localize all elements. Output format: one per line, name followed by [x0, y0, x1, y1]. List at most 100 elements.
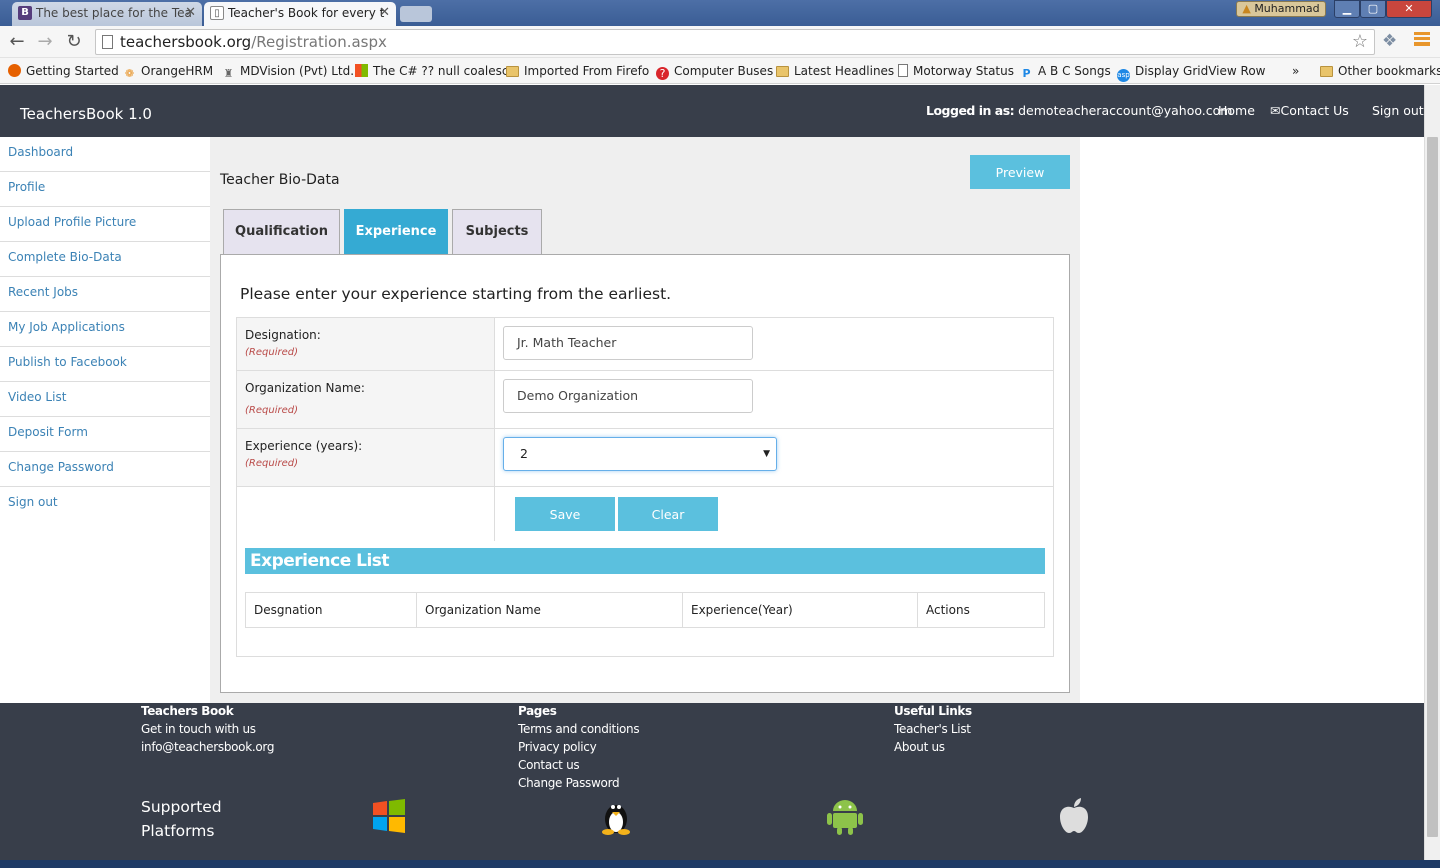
brand-logo[interactable]: TeachersBook 1.0	[20, 105, 152, 123]
experience-list-heading: Experience List	[245, 548, 1045, 574]
footer-heading-useful-links: Useful Links	[894, 704, 972, 718]
intro-text: Please enter your experience starting fr…	[240, 285, 672, 303]
profile-badge[interactable]: ▲ Muhammad	[1236, 1, 1326, 17]
column-organization: Organization Name	[416, 592, 683, 628]
sidebar-item-upload-picture[interactable]: Upload Profile Picture	[0, 207, 210, 242]
clear-button[interactable]: Clear	[618, 497, 718, 531]
required-note: (Required)	[245, 347, 298, 358]
experience-years-row: Experience (years): (Required) 2 ▼	[237, 429, 1053, 487]
page-scrollbar[interactable]	[1424, 85, 1440, 860]
linux-icon	[602, 805, 630, 835]
android-icon	[827, 800, 863, 835]
sidebar-item-sign-out[interactable]: Sign out	[0, 487, 210, 522]
sidebar-item-complete-biodata[interactable]: Complete Bio-Data	[0, 242, 210, 277]
sidebar-item-deposit-form[interactable]: Deposit Form	[0, 417, 210, 452]
save-button[interactable]: Save	[515, 497, 615, 531]
sidebar-item-publish-facebook[interactable]: Publish to Facebook	[0, 347, 210, 382]
designation-label: Designation:	[245, 328, 321, 342]
footer-link-about[interactable]: About us	[894, 740, 945, 754]
designation-label-cell: Designation: (Required)	[237, 318, 495, 370]
selected-value: 2	[520, 446, 528, 461]
page-title: Teacher Bio-Data	[220, 172, 340, 188]
footer-link-contact[interactable]: Contact us	[518, 758, 580, 772]
browser-toolbar: ← → ↻ teachersbook.org/Registration.aspx…	[0, 26, 1440, 58]
sidebar-item-change-password[interactable]: Change Password	[0, 452, 210, 487]
footer-link-terms[interactable]: Terms and conditions	[518, 722, 640, 736]
back-arrow-icon[interactable]: ←	[6, 31, 28, 53]
close-tab-icon[interactable]: ✕	[379, 2, 390, 24]
bookmark-abc-songs[interactable]: PA B C Songs	[1020, 62, 1110, 80]
experience-years-label: Experience (years):	[245, 439, 363, 453]
footer-link-privacy[interactable]: Privacy policy	[518, 740, 597, 754]
p-icon: P	[1022, 67, 1031, 80]
address-bar[interactable]: teachersbook.org/Registration.aspx ☆	[95, 29, 1375, 55]
browser-tab-2[interactable]: ▯ Teacher's Book for every t ✕	[204, 2, 396, 26]
footer-heading-teachers-book: Teachers Book	[141, 704, 234, 718]
minimize-button[interactable]: ▁	[1334, 0, 1360, 18]
new-tab-button[interactable]	[400, 6, 432, 22]
apple-icon	[1060, 798, 1088, 833]
header-sign-out-link[interactable]: Sign out	[1372, 103, 1424, 118]
footer-link-teachers-list[interactable]: Teacher's List	[894, 722, 971, 736]
site-footer: Teachers Book Get in touch with us info@…	[0, 703, 1424, 860]
tab-experience[interactable]: Experience	[344, 209, 448, 255]
close-tab-icon[interactable]: ✕	[185, 2, 196, 24]
experience-label-cell: Experience (years): (Required)	[237, 429, 495, 486]
bookmarks-overflow-button[interactable]: »	[1292, 62, 1299, 80]
scroll-thumb[interactable]	[1427, 137, 1438, 837]
actions-row: Save Clear	[237, 487, 1053, 541]
home-link[interactable]: Home	[1218, 103, 1255, 118]
organization-label-cell: Organization Name: (Required)	[237, 371, 495, 428]
preview-button[interactable]: Preview	[970, 155, 1070, 189]
contact-us-link[interactable]: ✉Contact Us	[1270, 103, 1349, 118]
caret-down-icon: ▼	[763, 449, 770, 459]
bookmark-mdvision[interactable]: ♜ MDVision (Pvt) Ltd.	[222, 62, 355, 80]
bookmark-imported[interactable]: Imported From Firefo	[506, 62, 649, 80]
organization-input[interactable]: Demo Organization	[503, 379, 753, 413]
sidebar-item-dashboard[interactable]: Dashboard	[0, 137, 210, 172]
sidebar-item-recent-jobs[interactable]: Recent Jobs	[0, 277, 210, 312]
bookmark-computer-buses[interactable]: ? Computer Buses	[656, 62, 773, 80]
bookmark-orangehrm[interactable]: ❁ OrangeHRM	[123, 62, 213, 80]
bookmark-star-icon[interactable]: ☆	[1352, 31, 1368, 52]
bookmark-motorway[interactable]: Motorway Status	[898, 62, 1014, 80]
windows-taskbar	[0, 860, 1440, 868]
other-bookmarks[interactable]: Other bookmarks	[1320, 62, 1440, 80]
windows-icon	[373, 799, 405, 833]
site-header: TeachersBook 1.0 Logged in as: demoteach…	[0, 85, 1424, 137]
column-experience: Experience(Year)	[682, 592, 918, 628]
chrome-menu-icon[interactable]	[1414, 32, 1430, 46]
sidebar-item-job-applications[interactable]: My Job Applications	[0, 312, 210, 347]
bootstrap-favicon-icon: B	[18, 6, 32, 20]
reload-icon[interactable]: ↻	[63, 31, 85, 53]
window-close-button[interactable]: ✕	[1386, 0, 1432, 18]
experience-years-select[interactable]: 2 ▼	[503, 437, 777, 471]
designation-row: Designation: (Required) Jr. Math Teacher	[237, 318, 1053, 371]
asp-icon: asp	[1117, 69, 1130, 82]
browser-tab-title: Teacher's Book for every t	[228, 6, 385, 20]
forward-arrow-icon[interactable]: →	[34, 31, 56, 53]
designation-input[interactable]: Jr. Math Teacher	[503, 326, 753, 360]
tab-qualification[interactable]: Qualification	[223, 209, 340, 255]
sidebar: Dashboard Profile Upload Profile Picture…	[0, 137, 210, 703]
sidebar-item-profile[interactable]: Profile	[0, 172, 210, 207]
bookmark-getting-started[interactable]: Getting Started	[8, 62, 119, 80]
column-actions: Actions	[917, 592, 1045, 628]
browser-tab-1[interactable]: B The best place for the Tea ✕	[12, 2, 202, 26]
tab-subjects[interactable]: Subjects	[452, 209, 542, 255]
bookmark-latest-headlines[interactable]: Latest Headlines	[776, 62, 894, 80]
footer-email-link[interactable]: info@teachersbook.org	[141, 740, 274, 754]
dropbox-extension-icon[interactable]: ❖	[1382, 31, 1397, 51]
maximize-button[interactable]: ▢	[1360, 0, 1386, 18]
firefox-icon	[8, 64, 21, 77]
url-text: teachersbook.org/Registration.aspx	[120, 33, 387, 51]
main-content: Teacher Bio-Data Preview Qualification E…	[210, 137, 1424, 703]
question-icon: ?	[656, 67, 669, 80]
bookmark-csharp[interactable]: The C# ?? null coalesc	[355, 62, 509, 80]
profile-name: Muhammad	[1254, 2, 1320, 15]
page-favicon-icon: ▯	[210, 6, 224, 20]
bookmark-gridview[interactable]: asp Display GridView Row	[1117, 62, 1265, 82]
sidebar-item-video-list[interactable]: Video List	[0, 382, 210, 417]
supported-platforms-label: Supported Platforms	[141, 798, 222, 840]
footer-link-change-password[interactable]: Change Password	[518, 776, 620, 790]
